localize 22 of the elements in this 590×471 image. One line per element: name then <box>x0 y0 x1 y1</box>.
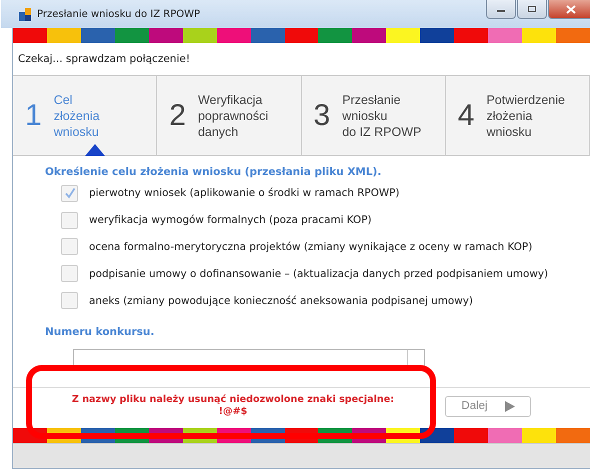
checkbox[interactable] <box>61 184 78 202</box>
section-heading: Określenie celu złożenia wniosku (przesłania pliku XML). <box>45 166 382 178</box>
option-label: pierwotny wniosek (aplikowanie o środki w ramach RPOWP) <box>89 187 400 200</box>
window-title: Przesłanie wniosku do IZ RPOWP <box>37 8 200 20</box>
minimize-button[interactable] <box>486 0 516 19</box>
error-message: Z nazwy pliku należy usunąć niedozwolone znaki specjalne: !@#$ <box>70 394 396 418</box>
play-icon <box>504 400 515 412</box>
option-label: ocena formalno-merytoryczna projektów (zmiany wynikające z oceny w ramach KOP) <box>89 240 532 253</box>
checkbox[interactable] <box>61 212 78 229</box>
pointer-icon <box>85 144 105 156</box>
maximize-button[interactable] <box>517 0 547 19</box>
maximize-icon <box>527 5 537 13</box>
option-label: podpisanie umowy o dofinansowanie – (aktualizacja danych przed podpisaniem umowy) <box>89 268 548 280</box>
checkbox[interactable] <box>61 238 78 256</box>
checkbox[interactable] <box>61 292 78 310</box>
section-heading: Numeru konkursu. <box>45 326 156 338</box>
option-label: weryfikacja wymogów formalnych (poza pracami KOP) <box>89 214 372 226</box>
checkbox[interactable] <box>61 265 78 282</box>
app-icon <box>19 8 31 20</box>
option-label: aneks (zmiany powodujące konieczność aneksowania podpisanej umowy) <box>89 294 473 307</box>
close-button[interactable] <box>548 0 590 19</box>
close-icon <box>566 4 576 14</box>
